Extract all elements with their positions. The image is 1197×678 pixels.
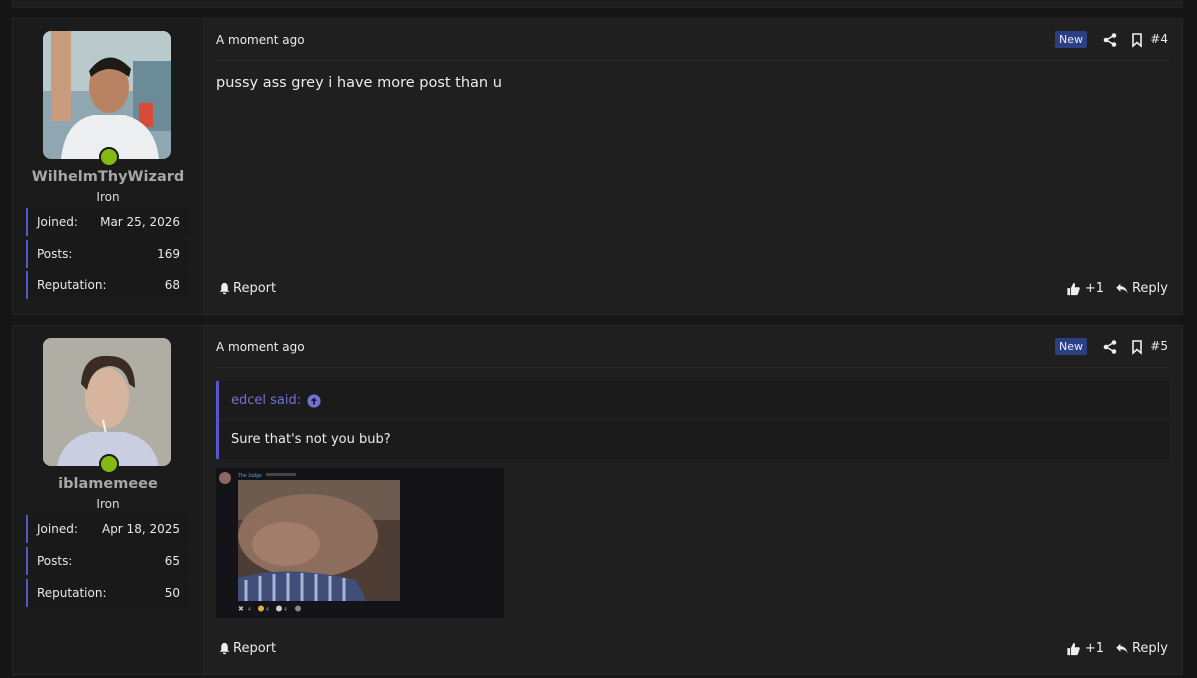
stat-value: 68	[164, 278, 180, 292]
quote-text: Sure that's not you bub?	[231, 432, 391, 447]
post-content: A moment ago New #4 pussy ass grey i hav…	[204, 19, 1182, 314]
reply-label: Reply	[1131, 641, 1168, 656]
attachment-poster: The Judge	[238, 473, 262, 479]
thumbs-up-icon	[1067, 642, 1080, 655]
stat-label: Reputation:	[37, 586, 107, 600]
stat-label: Joined:	[37, 522, 78, 536]
divider	[216, 60, 1169, 61]
like-button[interactable]: +1	[1066, 641, 1104, 656]
reply-label: Reply	[1131, 281, 1168, 296]
bookmark-icon[interactable]	[1129, 32, 1145, 48]
quote-author: edcel said:	[231, 393, 302, 408]
stat-posts: Posts: 65	[26, 547, 190, 575]
stat-value: 65	[164, 554, 180, 568]
stat-joined: Joined: Mar 25, 2026	[26, 208, 190, 236]
reaction-count: 4	[284, 607, 287, 613]
username[interactable]: iblamemeee	[13, 476, 203, 492]
report-label: Report	[233, 641, 277, 656]
thumbs-up-icon	[1067, 282, 1080, 295]
stat-value: 50	[164, 586, 180, 600]
forum-post: iblamemeee Iron Joined: Apr 18, 2025 Pos…	[12, 325, 1183, 675]
share-icon[interactable]	[1102, 32, 1118, 48]
new-badge: New	[1055, 338, 1087, 355]
reply-icon	[1116, 283, 1128, 294]
report-button[interactable]: Report	[218, 281, 276, 296]
divider	[216, 367, 1169, 368]
user-rank: Iron	[96, 190, 120, 204]
stat-value: Apr 18, 2025	[101, 522, 180, 536]
avatar[interactable]	[43, 31, 171, 159]
share-icon[interactable]	[1102, 339, 1118, 355]
stat-joined: Joined: Apr 18, 2025	[26, 515, 190, 543]
new-badge: New	[1055, 31, 1087, 48]
post-timestamp[interactable]: A moment ago	[216, 340, 305, 354]
like-button[interactable]: +1	[1066, 281, 1104, 296]
like-count: +1	[1084, 641, 1104, 656]
reaction-count: 4	[248, 607, 251, 613]
forum-post: WilhelmThyWizard Iron Joined: Mar 25, 20…	[12, 18, 1183, 315]
bell-icon	[219, 282, 230, 295]
user-panel: iblamemeee Iron Joined: Apr 18, 2025 Pos…	[13, 326, 203, 674]
quote-header: edcel said:	[219, 381, 1169, 420]
reply-button[interactable]: Reply	[1115, 641, 1168, 656]
user-rank: Iron	[96, 497, 120, 511]
stat-posts: Posts: 169	[26, 240, 190, 268]
stat-value: Mar 25, 2026	[100, 215, 180, 229]
attached-image[interactable]: The Judge ✖ 4 4 4	[216, 468, 504, 618]
bookmark-icon[interactable]	[1129, 339, 1145, 355]
post-timestamp[interactable]: A moment ago	[216, 33, 305, 47]
reply-icon	[1116, 643, 1128, 654]
quote-author-link[interactable]: edcel said:	[231, 393, 321, 408]
stat-label: Posts:	[37, 247, 73, 261]
report-label: Report	[233, 281, 277, 296]
stat-reputation: Reputation: 68	[26, 271, 190, 299]
online-status-dot	[99, 454, 119, 474]
reaction-count: 4	[266, 607, 269, 613]
stat-label: Reputation:	[37, 278, 107, 292]
user-panel: WilhelmThyWizard Iron Joined: Mar 25, 20…	[13, 19, 203, 314]
reply-button[interactable]: Reply	[1115, 281, 1168, 296]
post-content: A moment ago New #5 edcel said: Sure tha…	[204, 326, 1182, 674]
online-status-dot	[99, 147, 119, 167]
post-number[interactable]: #5	[1150, 339, 1168, 353]
quote-block: edcel said: Sure that's not you bub?	[216, 381, 1169, 459]
svg-text:✖: ✖	[238, 605, 244, 613]
bell-icon	[219, 642, 230, 655]
avatar[interactable]	[43, 338, 171, 466]
post-body: pussy ass grey i have more post than u	[216, 75, 502, 91]
username[interactable]: WilhelmThyWizard	[13, 169, 203, 185]
like-count: +1	[1084, 281, 1104, 296]
report-button[interactable]: Report	[218, 641, 276, 656]
stat-label: Posts:	[37, 554, 73, 568]
stat-label: Joined:	[37, 215, 78, 229]
post-number[interactable]: #4	[1150, 32, 1168, 46]
stat-reputation: Reputation: 50	[26, 579, 190, 607]
previous-post-bottom	[12, 0, 1183, 8]
arrow-up-circle-icon[interactable]	[307, 393, 321, 408]
stat-value: 169	[157, 247, 180, 261]
